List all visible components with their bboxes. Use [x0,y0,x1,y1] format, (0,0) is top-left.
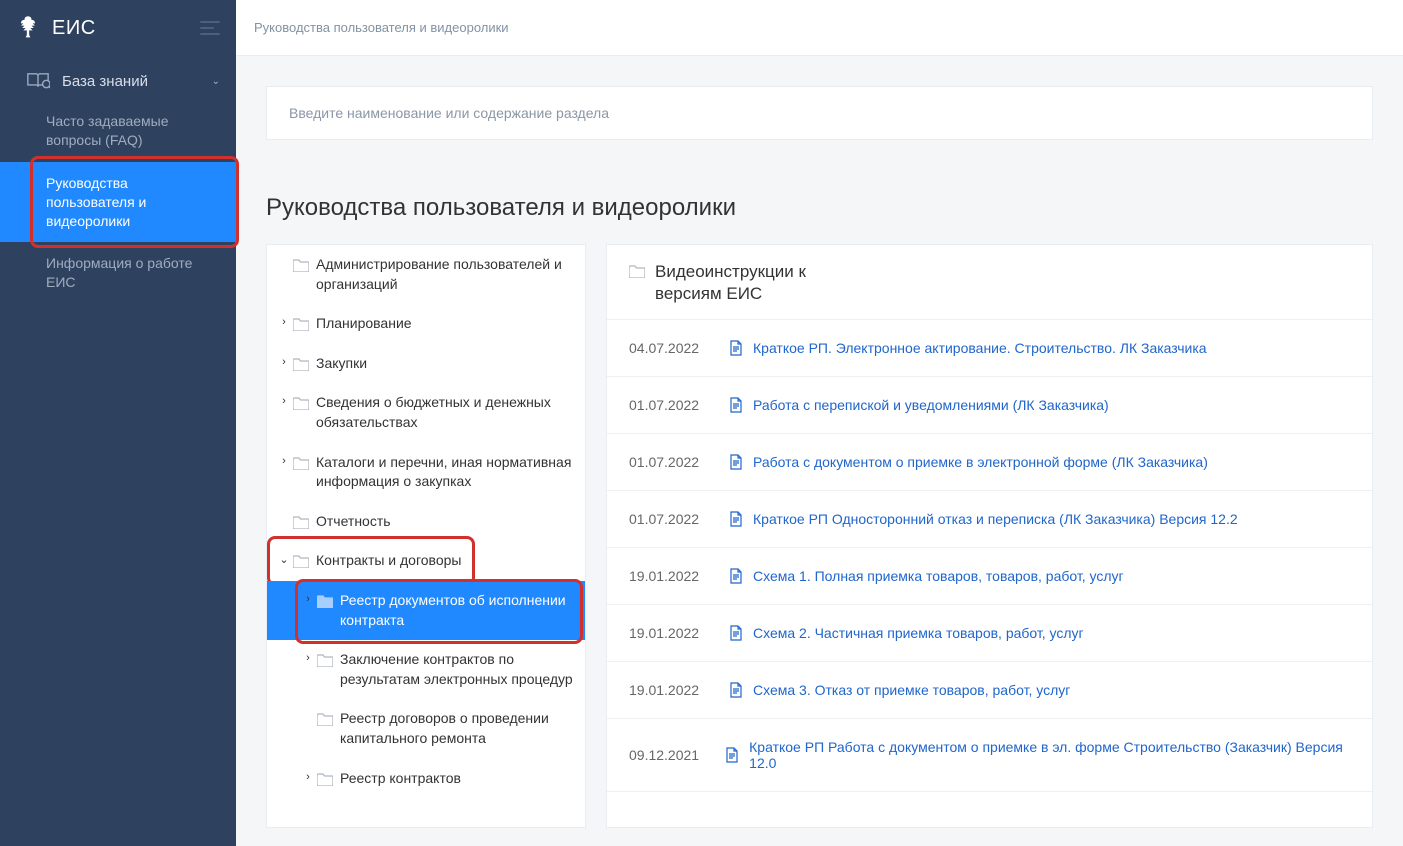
tree-item[interactable]: › Реестр документов об исполнении контрак… [267,581,585,640]
tree-item-label: Закупки [316,354,367,374]
kb-section-header[interactable]: База знаний ⌄ [0,62,236,100]
brand-label: ЕИС [52,17,96,40]
doc-row: 01.07.2022 Работа с перепиской и уведомле… [607,377,1372,434]
sidebar-item-label: Руководства пользователя и видеоролики [46,175,146,229]
document-icon [729,511,743,527]
folder-icon [293,317,309,331]
doc-row: 09.12.2021 Краткое РП Работа с документом… [607,719,1372,792]
document-icon [729,625,743,641]
document-icon [729,682,743,698]
breadcrumb-text: Руководства пользователя и видеоролики [254,20,509,35]
tree-item-label: Администрирование пользователей и органи… [316,255,575,294]
tree-item[interactable]: › Сведения о бюджетных и денежных обязате… [267,383,585,442]
doc-row: 19.01.2022 Схема 3. Отказ от приемке това… [607,662,1372,719]
folder-icon [317,772,333,786]
document-icon [729,568,743,584]
sidebar: ЕИС База знаний ⌄ Часто задаваемые вопро… [0,0,236,846]
folder-icon [293,258,309,272]
doc-row: 04.07.2022 Краткое РП. Электронное актиро… [607,320,1372,377]
doc-date: 01.07.2022 [629,454,729,470]
tree-item-label: Каталоги и перечни, иная нормативная инф… [316,453,575,492]
doc-date: 19.01.2022 [629,568,729,584]
tree-item-label: Реестр документов об исполнении контракт… [340,591,575,630]
sidebar-item-faq[interactable]: Часто задаваемые вопросы (FAQ) [0,100,236,162]
book-icon [26,72,50,90]
doc-row: 01.07.2022 Работа с документом о приемке … [607,434,1372,491]
doc-row: 19.01.2022 Схема 1. Полная приемка товаро… [607,548,1372,605]
document-icon [729,340,743,356]
tree-item[interactable]: › Планирование [267,304,585,344]
tree-item-label: Заключение контрактов по результатам эле… [340,650,575,689]
folder-icon [629,264,645,278]
doc-date: 01.07.2022 [629,397,729,413]
doc-link[interactable]: Работа с документом о приемке в электрон… [753,454,1208,470]
document-icon [729,454,743,470]
breadcrumb: Руководства пользователя и видеоролики [236,0,1403,56]
doc-link[interactable]: Краткое РП Работа с документом о приемке… [749,739,1350,771]
doc-link[interactable]: Краткое РП Односторонний отказ и перепис… [753,511,1238,527]
eagle-logo-icon [14,14,42,42]
chevron-right-icon[interactable]: › [299,771,317,783]
docs-panel-header: Видеоинструкции к версиям ЕИС [607,245,1372,320]
kb-section-label: База знаний [62,73,148,90]
folder-icon [317,712,333,726]
tree-panel[interactable]: Администрирование пользователей и органи… [266,244,586,828]
chevron-down-icon: ⌄ [212,76,220,87]
chevron-down-icon[interactable]: ⌄ [275,553,293,566]
document-icon [729,397,743,413]
tree-item-label: Отчетность [316,512,391,532]
tree-item[interactable]: Отчетность [267,502,585,542]
chevron-right-icon[interactable]: › [275,395,293,407]
tree-item[interactable]: › Заключение контрактов по результатам эл… [267,640,585,699]
docs-panel: Видеоинструкции к версиям ЕИС 04.07.2022… [606,244,1373,828]
chevron-right-icon[interactable]: › [299,593,317,605]
chevron-right-icon[interactable]: › [275,316,293,328]
doc-date: 19.01.2022 [629,682,729,698]
tree-item[interactable]: › Каталоги и перечни, иная нормативная ин… [267,443,585,502]
sidebar-item-info[interactable]: Информация о работе ЕИС [0,242,236,304]
folder-icon [293,396,309,410]
chevron-right-icon[interactable]: › [299,652,317,664]
folder-icon [293,515,309,529]
tree-item-label: Планирование [316,314,412,334]
tree-item-label: Реестр договоров о проведении капитально… [340,709,575,748]
menu-toggle-icon[interactable] [200,17,222,39]
tree-item[interactable]: Администрирование пользователей и органи… [267,245,585,304]
tree-item[interactable]: Реестр договоров о проведении капитально… [267,699,585,758]
doc-date: 09.12.2021 [629,747,725,763]
sidebar-item-manuals[interactable]: Руководства пользователя и видеоролики [0,162,236,243]
tree-item-label: Реестр контрактов [340,769,461,789]
tree-item[interactable]: › Реестр контрактов [267,759,585,799]
doc-row: 19.01.2022 Схема 2. Частичная приемка тов… [607,605,1372,662]
folder-icon [317,594,333,608]
folder-icon [293,357,309,371]
doc-link[interactable]: Краткое РП. Электронное актирование. Стр… [753,340,1207,356]
doc-row: 01.07.2022 Краткое РП Односторонний отказ… [607,491,1372,548]
search-input[interactable] [267,87,1372,139]
chevron-right-icon[interactable]: › [275,455,293,467]
doc-link[interactable]: Схема 1. Полная приемка товаров, товаров… [753,568,1124,584]
docs-panel-title: Видеоинструкции к версиям ЕИС [655,261,845,305]
tree-item-label: Сведения о бюджетных и денежных обязател… [316,393,575,432]
page-title: Руководства пользователя и видеоролики [266,194,1373,222]
document-icon [725,747,739,763]
tree-item[interactable]: › Закупки [267,344,585,384]
doc-date: 19.01.2022 [629,625,729,641]
search-card [266,86,1373,140]
chevron-right-icon[interactable]: › [275,356,293,368]
main-area: Руководства пользователя и видеоролики Р… [236,0,1403,846]
doc-date: 01.07.2022 [629,511,729,527]
folder-icon [293,554,309,568]
doc-link[interactable]: Схема 3. Отказ от приемке товаров, работ… [753,682,1070,698]
tree-item[interactable]: ⌄ Контракты и договоры [267,541,585,581]
sidebar-header: ЕИС [0,0,236,56]
doc-link[interactable]: Работа с перепиской и уведомлениями (ЛК … [753,397,1109,413]
doc-date: 04.07.2022 [629,340,729,356]
folder-icon [293,456,309,470]
tree-item-label: Контракты и договоры [316,551,461,571]
doc-link[interactable]: Схема 2. Частичная приемка товаров, рабо… [753,625,1084,641]
folder-icon [317,653,333,667]
